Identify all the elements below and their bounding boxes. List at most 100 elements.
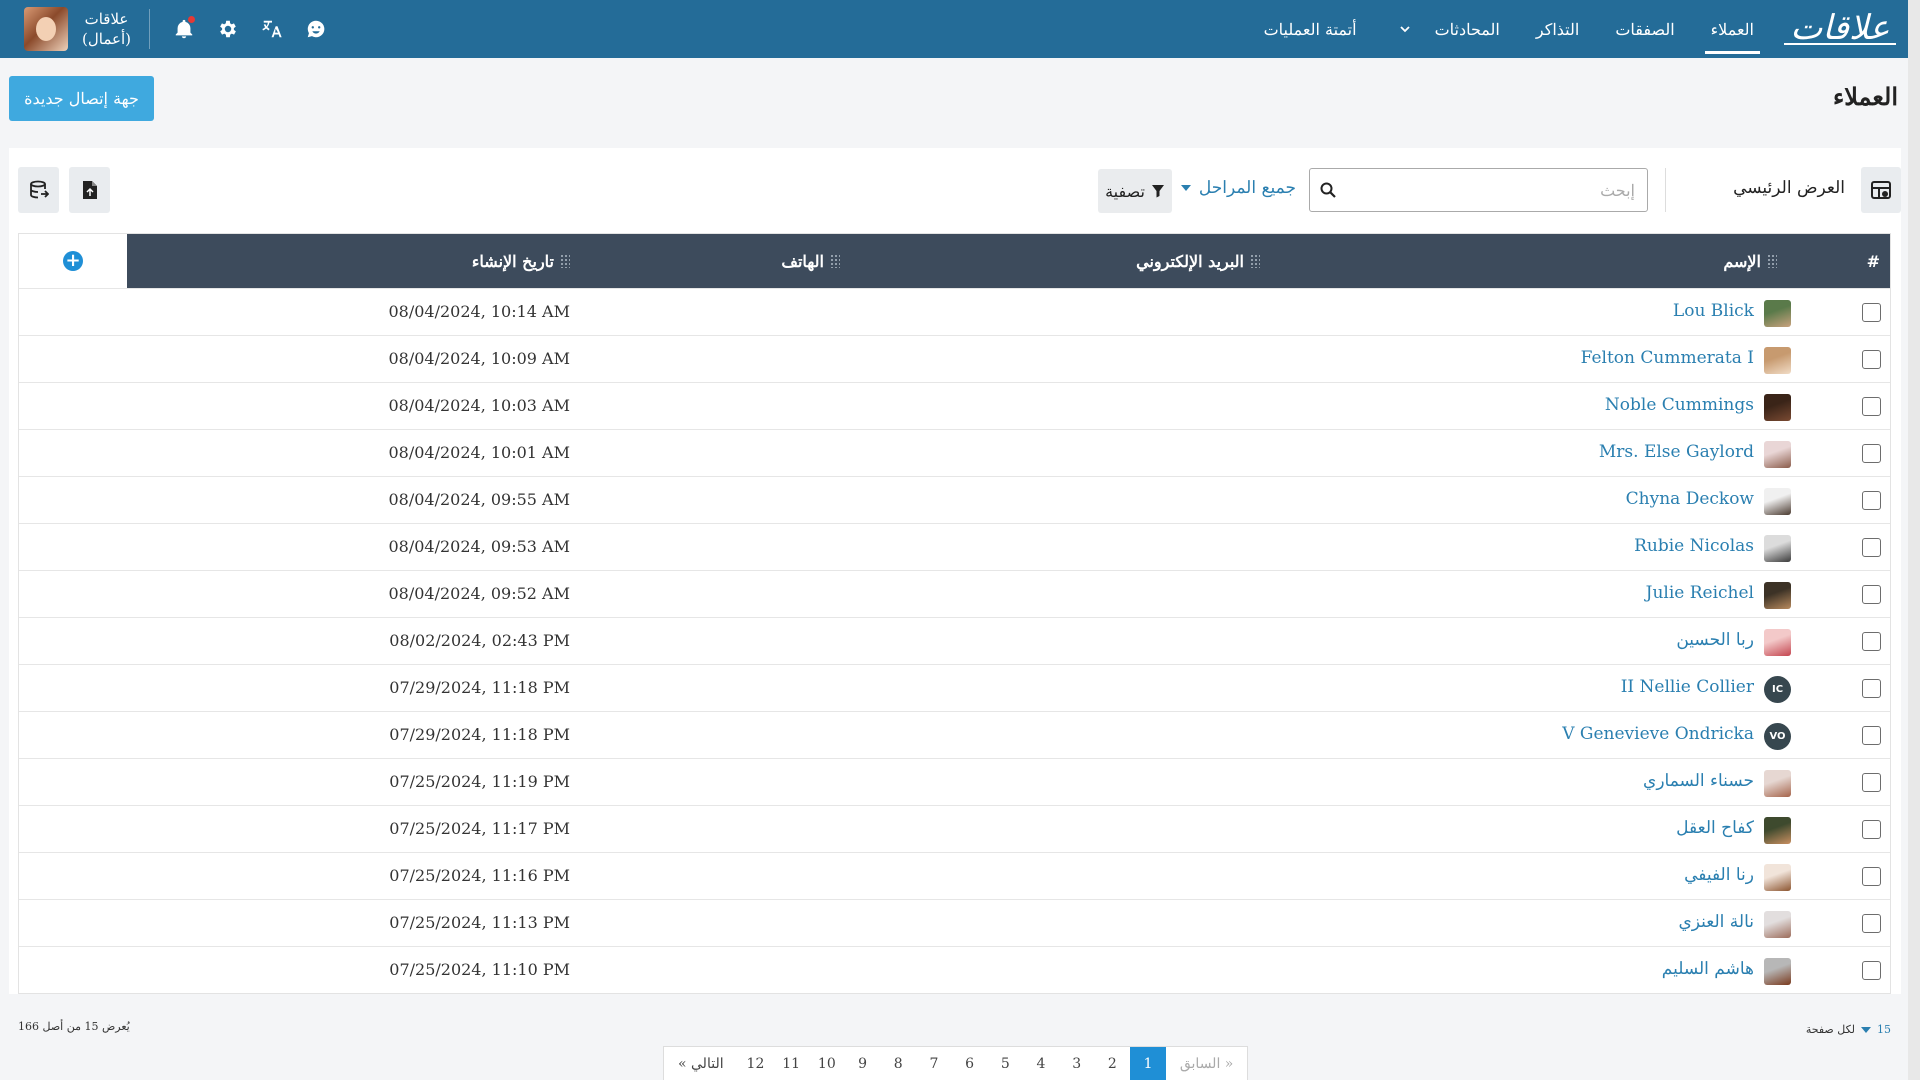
contact-avatar xyxy=(1764,770,1791,797)
stages-dropdown[interactable]: جميع المراحل xyxy=(1180,178,1296,198)
contact-name-link[interactable]: Chyna Deckow xyxy=(1626,489,1754,509)
row-checkbox[interactable] xyxy=(1862,820,1881,839)
pager-page[interactable]: 12 xyxy=(738,1047,774,1080)
page-scrollbar[interactable] xyxy=(1908,0,1920,1080)
pager-page[interactable]: 9 xyxy=(845,1047,881,1080)
contact-name-link[interactable]: Mrs. Else Gaylord xyxy=(1599,442,1754,462)
contact-name-link[interactable]: كفاح العقل xyxy=(1676,818,1754,838)
new-contact-button[interactable]: جهة إتصال جديدة xyxy=(9,76,154,121)
row-checkbox[interactable] xyxy=(1862,867,1881,886)
app-logo[interactable]: علاقات xyxy=(1780,11,1900,45)
col-created[interactable]: تاريخ الإنشاء xyxy=(472,234,570,288)
support-chat-icon[interactable] xyxy=(304,17,328,41)
per-page-selector[interactable]: 15 لكل صفحة xyxy=(1806,1023,1891,1036)
pager-page[interactable]: 11 xyxy=(773,1047,809,1080)
drag-grip-icon[interactable] xyxy=(830,254,840,268)
contact-name-link[interactable]: Felton Cummerata I xyxy=(1581,348,1754,368)
pager-page[interactable]: 10 xyxy=(809,1047,845,1080)
drag-grip-icon[interactable] xyxy=(560,254,570,268)
contact-name-link[interactable]: V Genevieve Ondricka xyxy=(1562,724,1754,744)
pager-page[interactable]: 6 xyxy=(952,1047,988,1080)
table-row[interactable]: كفاح العقل 07/25/2024, 11:17 PM xyxy=(19,805,1890,852)
pager-page[interactable]: 4 xyxy=(1023,1047,1059,1080)
table-row[interactable]: Chyna Deckow 08/04/2024, 09:55 AM xyxy=(19,476,1890,523)
contact-name-link[interactable]: نالة العنزي xyxy=(1678,912,1754,932)
contact-name-link[interactable]: ربا الحسين xyxy=(1676,630,1754,650)
table-row[interactable]: نالة العنزي 07/25/2024, 11:13 PM xyxy=(19,899,1890,946)
table-row[interactable]: Julie Reichel 08/04/2024, 09:52 AM xyxy=(19,570,1890,617)
add-column-plus-icon[interactable]: + xyxy=(63,251,83,271)
nav-item-deals[interactable]: الصفقات xyxy=(1597,0,1692,58)
row-checkbox[interactable] xyxy=(1862,585,1881,604)
nav-more-chevron-icon[interactable] xyxy=(1393,0,1417,58)
account-name: علاقات xyxy=(84,10,129,28)
pager-prev[interactable]: « السابق xyxy=(1166,1047,1248,1080)
nav-item-customers[interactable]: العملاء xyxy=(1693,0,1772,58)
table-row[interactable]: Rubie Nicolas 08/04/2024, 09:53 AM xyxy=(19,523,1890,570)
row-checkbox[interactable] xyxy=(1862,726,1881,745)
nav-item-automation[interactable]: أتمتة العمليات xyxy=(1246,0,1375,58)
table-row[interactable]: هاشم السليم 07/25/2024, 11:10 PM xyxy=(19,946,1890,993)
database-import-button[interactable] xyxy=(18,167,59,213)
pager-page[interactable]: 7 xyxy=(916,1047,952,1080)
per-page-value[interactable]: 15 xyxy=(1877,1023,1891,1036)
row-checkbox[interactable] xyxy=(1862,303,1881,322)
col-phone[interactable]: الهاتف xyxy=(781,234,840,288)
created-date: 07/25/2024, 11:10 PM xyxy=(389,960,570,979)
row-checkbox[interactable] xyxy=(1862,632,1881,651)
view-switch-button[interactable] xyxy=(1861,167,1901,213)
table-row[interactable]: Lou Blick 08/04/2024, 10:14 AM xyxy=(19,288,1890,335)
table-row[interactable]: Mrs. Else Gaylord 08/04/2024, 10:01 AM xyxy=(19,429,1890,476)
drag-grip-icon[interactable] xyxy=(1767,254,1777,268)
contact-name-link[interactable]: Julie Reichel xyxy=(1646,583,1754,603)
row-checkbox[interactable] xyxy=(1862,444,1881,463)
table-row[interactable]: VO V Genevieve Ondricka 07/29/2024, 11:18 … xyxy=(19,711,1890,758)
toolbar-divider xyxy=(1665,168,1666,212)
table-row[interactable]: Noble Cummings 08/04/2024, 10:03 AM xyxy=(19,382,1890,429)
search-icon[interactable] xyxy=(1310,182,1346,198)
created-date: 08/02/2024, 02:43 PM xyxy=(389,631,570,650)
row-checkbox[interactable] xyxy=(1862,397,1881,416)
table-row[interactable]: رنا الفيفي 07/25/2024, 11:16 PM xyxy=(19,852,1890,899)
created-date: 07/25/2024, 11:17 PM xyxy=(389,819,570,838)
export-pdf-button[interactable] xyxy=(69,167,110,213)
row-checkbox[interactable] xyxy=(1862,538,1881,557)
account-switcher[interactable]: علاقات (أعمال) xyxy=(82,9,150,49)
row-checkbox[interactable] xyxy=(1862,914,1881,933)
col-email[interactable]: البريد الإلكتروني xyxy=(1136,234,1260,288)
contact-name-link[interactable]: رنا الفيفي xyxy=(1684,865,1754,885)
col-name[interactable]: الإسم xyxy=(1723,234,1777,288)
table-row[interactable]: حسناء السماري 07/25/2024, 11:19 PM xyxy=(19,758,1890,805)
row-checkbox[interactable] xyxy=(1862,350,1881,369)
notifications-bell-icon[interactable] xyxy=(172,16,196,41)
pager-page[interactable]: 8 xyxy=(880,1047,916,1080)
contact-name-link[interactable]: Lou Blick xyxy=(1673,301,1754,321)
translate-language-icon[interactable] xyxy=(260,17,284,41)
col-index: # xyxy=(1867,234,1880,288)
pager-page[interactable]: 1 xyxy=(1130,1047,1166,1080)
table-row[interactable]: Felton Cummerata I 08/04/2024, 10:09 AM xyxy=(19,335,1890,382)
pager-page[interactable]: 3 xyxy=(1059,1047,1095,1080)
pager-page[interactable]: 5 xyxy=(987,1047,1023,1080)
current-view-label[interactable]: العرض الرئيسي xyxy=(1733,178,1845,198)
table-row[interactable]: ربا الحسين 08/02/2024, 02:43 PM xyxy=(19,617,1890,664)
contact-name-link[interactable]: II Nellie Collier xyxy=(1621,677,1754,697)
pager-next[interactable]: التالي » xyxy=(664,1047,738,1080)
search-input[interactable] xyxy=(1346,170,1647,210)
pager-page[interactable]: 2 xyxy=(1094,1047,1130,1080)
nav-item-tickets[interactable]: التذاكر xyxy=(1518,0,1597,58)
row-checkbox[interactable] xyxy=(1862,961,1881,980)
table-row[interactable]: IC II Nellie Collier 07/29/2024, 11:18 PM xyxy=(19,664,1890,711)
settings-gear-icon[interactable] xyxy=(216,17,240,41)
contact-name-link[interactable]: Rubie Nicolas xyxy=(1634,536,1754,556)
contact-name-link[interactable]: Noble Cummings xyxy=(1605,395,1754,415)
contact-name-link[interactable]: هاشم السليم xyxy=(1662,959,1754,979)
user-avatar[interactable] xyxy=(24,7,68,51)
row-checkbox[interactable] xyxy=(1862,679,1881,698)
contact-name-link[interactable]: حسناء السماري xyxy=(1643,771,1754,791)
nav-item-conversations[interactable]: المحادثات xyxy=(1417,0,1518,58)
row-checkbox[interactable] xyxy=(1862,773,1881,792)
drag-grip-icon[interactable] xyxy=(1250,254,1260,268)
filter-button[interactable]: تصفية xyxy=(1098,169,1172,213)
row-checkbox[interactable] xyxy=(1862,491,1881,510)
